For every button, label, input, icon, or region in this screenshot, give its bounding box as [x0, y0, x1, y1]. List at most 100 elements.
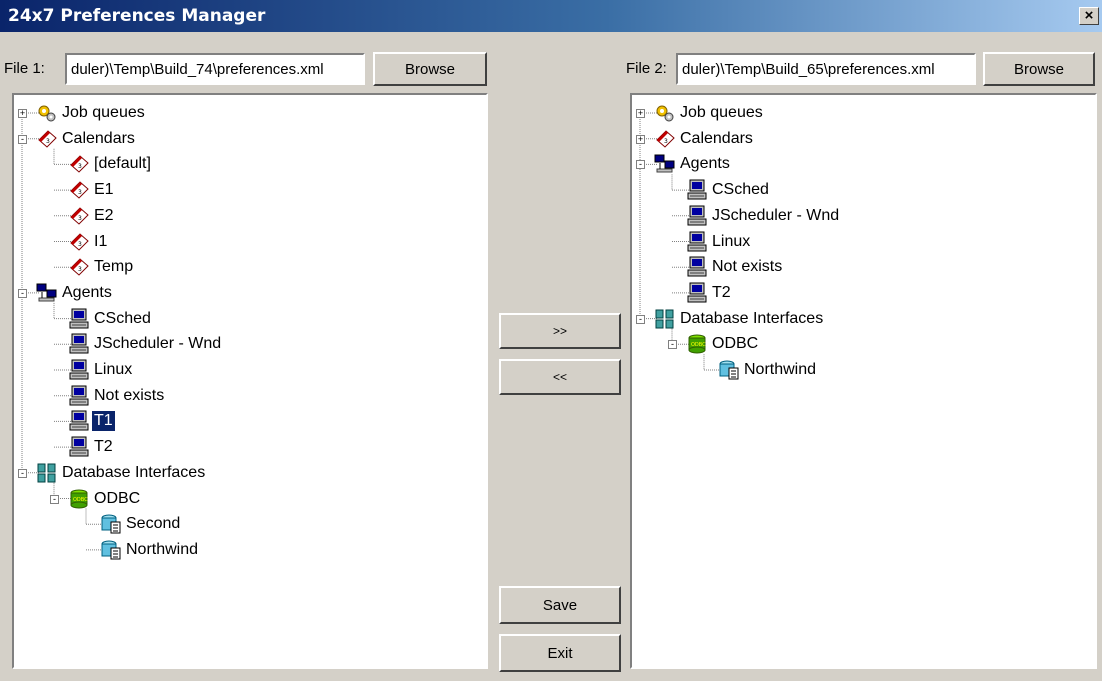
datasource-icon — [100, 539, 122, 561]
browse-file2-button[interactable]: Browse — [983, 52, 1095, 86]
tree-node[interactable]: 3 I1 — [68, 230, 109, 254]
calendar-icon: 3 — [68, 153, 90, 175]
tree-node-label: JScheduler - Wnd — [712, 206, 840, 224]
gears-icon — [36, 102, 58, 124]
calendar-icon: 3 — [68, 231, 90, 253]
tree-node-label: T2 — [94, 438, 113, 456]
tree-node-label: Calendars — [680, 129, 753, 147]
file2-label: File 2: — [626, 60, 667, 77]
close-button[interactable]: × — [1079, 7, 1099, 25]
tree-node-label: Job queues — [62, 104, 145, 121]
tree-node[interactable]: Database Interfaces — [36, 461, 207, 485]
svg-text:ODBC: ODBC — [73, 497, 88, 503]
tree-node-label: CSched — [94, 309, 151, 327]
svg-text:3: 3 — [78, 266, 82, 273]
tree-node[interactable]: Not exists — [68, 384, 166, 408]
save-button[interactable]: Save — [499, 586, 621, 624]
tree-node-label: Northwind — [744, 361, 817, 378]
collapse-icon[interactable]: - — [668, 340, 677, 350]
file2-path-input[interactable] — [676, 53, 976, 85]
tree-node[interactable]: Second — [100, 512, 182, 536]
tree-node[interactable]: 3 Calendars — [654, 127, 755, 151]
collapse-icon[interactable]: - — [50, 494, 59, 504]
tree-node[interactable]: Agents — [36, 281, 114, 305]
computer-icon — [68, 308, 90, 330]
tree-node-label: Linux — [712, 232, 751, 250]
tree-node[interactable]: Job queues — [36, 101, 147, 125]
tree-node-label: Agents — [62, 283, 112, 301]
copy-left-button[interactable]: << — [499, 359, 621, 395]
network-computers-icon — [36, 282, 58, 304]
computer-icon — [686, 231, 708, 253]
database-group-icon — [654, 308, 676, 330]
collapse-icon[interactable]: - — [18, 288, 27, 298]
tree-node[interactable]: 3 Calendars — [36, 127, 137, 151]
tree-node[interactable]: Northwind — [100, 538, 200, 562]
tree-node-label: Second — [126, 515, 181, 533]
tree-node-label: E2 — [94, 206, 114, 224]
file1-label: File 1: — [4, 60, 45, 77]
collapse-icon[interactable]: - — [636, 314, 645, 324]
computer-icon — [68, 436, 90, 458]
calendar-icon: 3 — [36, 128, 58, 150]
tree-node[interactable]: Agents — [654, 152, 732, 176]
tree-node-label: Linux — [94, 361, 133, 378]
tree-node-label: T2 — [712, 283, 731, 301]
tree-node[interactable]: Northwind — [718, 358, 818, 382]
tree-node[interactable]: Linux — [68, 358, 134, 382]
computer-icon — [686, 179, 708, 201]
tree-node[interactable]: JScheduler - Wnd — [68, 332, 223, 356]
tree-node[interactable]: 3 E1 — [68, 178, 116, 202]
collapse-icon[interactable]: - — [636, 160, 645, 170]
tree-node[interactable]: Job queues — [654, 101, 765, 125]
datasource-icon — [718, 359, 740, 381]
file1-path-input[interactable] — [65, 53, 365, 85]
tree-node-label: Database Interfaces — [680, 309, 824, 327]
tree-node[interactable]: CSched — [68, 307, 153, 331]
collapse-icon[interactable]: - — [18, 468, 27, 478]
computer-icon — [686, 256, 708, 278]
svg-text:3: 3 — [78, 163, 82, 170]
datasource-icon — [100, 513, 122, 535]
expand-icon[interactable]: + — [636, 134, 645, 144]
tree-node[interactable]: JScheduler - Wnd — [686, 204, 841, 228]
tree-node[interactable]: 3 E2 — [68, 204, 116, 228]
tree-node[interactable]: Database Interfaces — [654, 307, 825, 331]
title-bar: 24x7 Preferences Manager × — [0, 0, 1102, 32]
tree-node-label: Temp — [94, 258, 134, 276]
computer-icon — [68, 359, 90, 381]
svg-text:3: 3 — [46, 138, 50, 145]
window-title: 24x7 Preferences Manager — [8, 6, 266, 26]
tree-node[interactable]: ODBC ODBC — [68, 487, 142, 511]
calendar-icon: 3 — [68, 179, 90, 201]
tree-node[interactable]: T2 — [686, 281, 733, 305]
tree-node[interactable]: T2 — [68, 435, 115, 459]
right-preferences-tree[interactable]: + Job queues +3 Calendars - Agents CSched JSche… — [630, 93, 1097, 669]
tree-node[interactable]: 3 [default] — [68, 152, 153, 176]
computer-icon — [68, 385, 90, 407]
tree-node[interactable]: Not exists — [686, 255, 784, 279]
calendar-icon: 3 — [68, 205, 90, 227]
tree-node[interactable]: Linux — [686, 230, 752, 254]
tree-node-label: Not exists — [712, 258, 783, 276]
calendar-icon: 3 — [654, 128, 676, 150]
copy-right-button[interactable]: >> — [499, 313, 621, 349]
tree-node[interactable]: ODBC ODBC — [686, 332, 760, 356]
tree-node-label: I1 — [94, 232, 108, 250]
tree-node[interactable]: T1 — [68, 409, 115, 433]
calendar-icon: 3 — [68, 256, 90, 278]
tree-node-label: E1 — [94, 181, 114, 199]
tree-node-label: Job queues — [680, 104, 763, 121]
expand-icon[interactable]: + — [636, 109, 645, 118]
browse-file1-button[interactable]: Browse — [373, 52, 487, 86]
exit-button[interactable]: Exit — [499, 634, 621, 672]
tree-node-label: Database Interfaces — [62, 463, 206, 481]
collapse-icon[interactable]: - — [18, 134, 27, 144]
left-preferences-tree[interactable]: + Job queues - 3 Calendars 3 [default] 3 E1 3 E2 3 I… — [12, 93, 488, 669]
expand-icon[interactable]: + — [18, 109, 27, 118]
tree-node-label: Calendars — [62, 129, 135, 147]
tree-node-label: ODBC — [94, 489, 141, 507]
tree-node-label: Not exists — [94, 386, 165, 404]
tree-node[interactable]: 3 Temp — [68, 255, 135, 279]
tree-node[interactable]: CSched — [686, 178, 771, 202]
